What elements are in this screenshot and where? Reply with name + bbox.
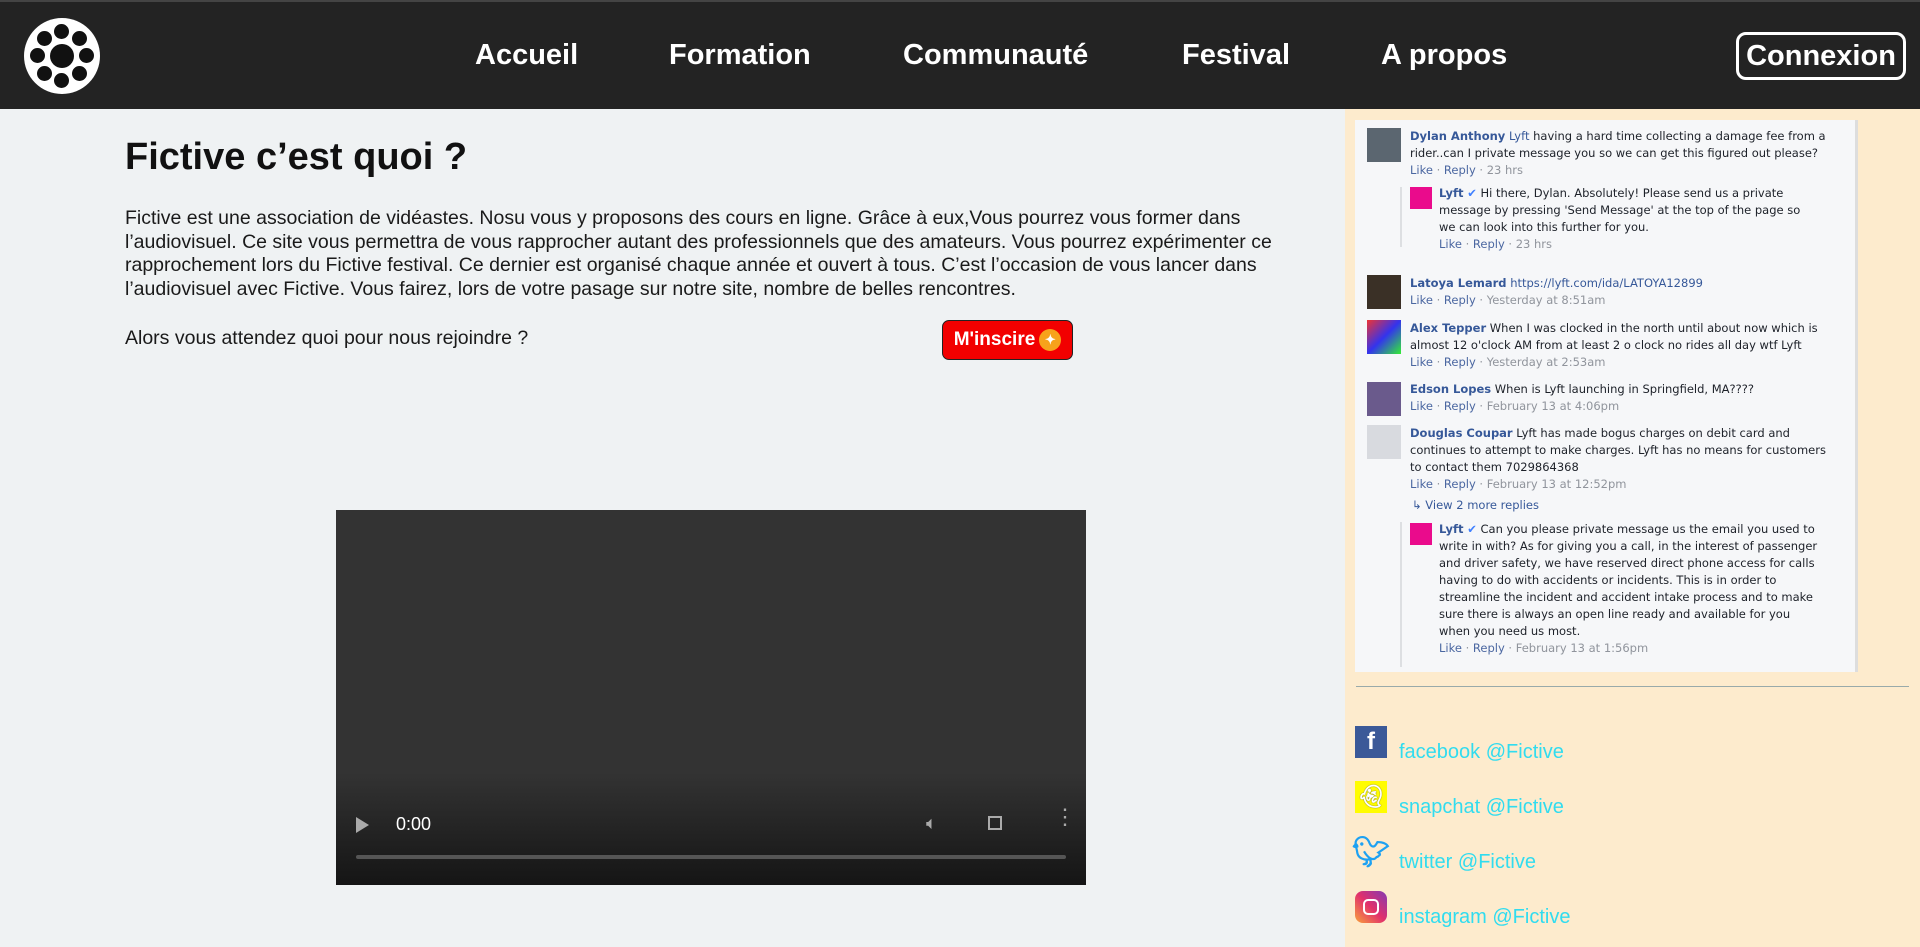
star-badge-icon: ✦ [1039,329,1062,351]
social-link-snapchat[interactable]: 👻︎ snapchat @Fictive [1355,781,1564,818]
facebook-icon: f [1355,726,1387,758]
social-label[interactable]: twitter @Fictive [1399,851,1536,874]
reply-arrow-icon: ↳ [1412,498,1422,512]
video-player[interactable]: 0:00 🔈︎ ⋮ [336,510,1086,885]
avatar[interactable] [1410,523,1432,545]
comment-author[interactable]: Edson Lopes [1410,382,1491,396]
video-progress-bar[interactable] [356,855,1066,859]
nav-link-a-propos[interactable]: A propos [1381,39,1507,72]
like-link[interactable]: Like [1410,355,1433,369]
reply-link[interactable]: Reply [1444,163,1476,177]
social-label[interactable]: facebook @Fictive [1399,741,1564,764]
nav-link-formation[interactable]: Formation [669,39,811,72]
verified-icon: ✔ [1467,186,1477,200]
like-link[interactable]: Like [1410,477,1433,491]
reply-thread-line [1400,522,1402,667]
nav-link-festival[interactable]: Festival [1182,39,1290,72]
comment-time: Yesterday at 8:51am [1486,293,1606,307]
video-time: 0:00 [396,814,432,834]
reply-link[interactable]: Reply [1444,355,1476,369]
comment-author[interactable]: Dylan Anthony [1410,129,1505,143]
reply-thread-line [1400,187,1402,247]
comment-author[interactable]: Lyft [1439,522,1464,536]
signup-button[interactable]: M'inscire ✦ [942,320,1073,360]
comment-time: February 13 at 12:52pm [1486,477,1627,491]
comment-author[interactable]: Alex Tepper [1410,321,1486,335]
comment-author[interactable]: Latoya Lemard [1410,276,1507,290]
play-icon[interactable] [356,817,369,833]
comment: Edson Lopes When is Lyft launching in Sp… [1410,382,1754,413]
snapchat-icon: 👻︎ [1355,781,1387,813]
comment-reply: Lyft ✔ Can you please private message us… [1439,522,1818,655]
comment-time: Yesterday at 2:53am [1486,355,1606,369]
reply-link[interactable]: Reply [1444,399,1476,413]
avatar[interactable] [1367,275,1401,309]
comment: Douglas Coupar Lyft has made bogus charg… [1410,426,1826,491]
reply-link[interactable]: Reply [1444,293,1476,307]
avatar[interactable] [1410,187,1432,209]
film-reel-logo[interactable] [24,18,100,94]
sidebar-divider [1356,686,1909,687]
nav-link-communaute[interactable]: Communauté [903,39,1088,72]
reply-link[interactable]: Reply [1473,237,1505,251]
avatar[interactable] [1367,128,1401,162]
reply-link[interactable]: Reply [1444,477,1476,491]
avatar[interactable] [1367,382,1401,416]
comment-text: When is Lyft launching in Springfield, M… [1494,382,1754,396]
view-more-replies-link[interactable]: ↳ View 2 more replies [1412,497,1539,514]
comment-author[interactable]: Douglas Coupar [1410,426,1513,440]
social-label[interactable]: snapchat @Fictive [1399,796,1564,819]
volume-icon[interactable]: 🔈︎ [926,813,937,834]
top-navigation-bar: Accueil Formation Communauté Festival A … [0,0,1920,109]
comment-time: 23 hrs [1515,237,1553,251]
comment-time: 23 hrs [1486,163,1524,177]
comment: Alex Tepper When I was clocked in the no… [1410,321,1818,369]
social-link-instagram[interactable]: instagram @Fictive [1355,891,1570,928]
instagram-icon [1355,891,1387,923]
comment-time: February 13 at 4:06pm [1486,399,1620,413]
comment-text: Hi there, Dylan. Absolutely! Please send… [1439,186,1801,234]
reply-link[interactable]: Reply [1473,641,1505,655]
social-label[interactable]: instagram @Fictive [1399,906,1570,929]
like-link[interactable]: Like [1410,293,1433,307]
like-link[interactable]: Like [1410,163,1433,177]
nav-link-accueil[interactable]: Accueil [475,39,578,72]
comment-time: February 13 at 1:56pm [1515,641,1649,655]
avatar[interactable] [1367,425,1401,459]
facebook-comments-widget: Dylan Anthony Lyft having a hard time co… [1355,120,1858,672]
comment-author[interactable]: Lyft [1439,186,1464,200]
twitter-icon: 🐦︎ [1351,835,1391,869]
like-link[interactable]: Like [1439,237,1462,251]
comment-mention[interactable]: Lyft [1509,129,1530,143]
comment: Latoya Lemard https://lyft.com/ida/LATOY… [1410,276,1703,307]
comment-link[interactable]: https://lyft.com/ida/LATOYA12899 [1510,276,1703,290]
fullscreen-icon[interactable] [988,816,1002,830]
verified-icon: ✔ [1467,522,1477,536]
page-title: Fictive c’est quoi ? [125,136,468,178]
login-button[interactable]: Connexion [1736,32,1906,80]
social-link-facebook[interactable]: f facebook @Fictive [1355,726,1564,763]
like-link[interactable]: Like [1439,641,1462,655]
signup-button-label: M'inscire [953,329,1036,350]
like-link[interactable]: Like [1410,399,1433,413]
more-options-icon[interactable]: ⋮ [1054,806,1076,828]
social-link-twitter[interactable]: 🐦︎ twitter @Fictive [1351,835,1536,874]
intro-paragraph: Fictive est une association de vidéastes… [125,207,1272,300]
comment-reply: Lyft ✔ Hi there, Dylan. Absolutely! Plea… [1439,186,1801,251]
join-prompt-text: Alors vous attendez quoi pour nous rejoi… [125,327,529,349]
comment: Dylan Anthony Lyft having a hard time co… [1410,129,1826,177]
comment-text: Can you please private message us the em… [1439,522,1818,638]
avatar[interactable] [1367,320,1401,354]
